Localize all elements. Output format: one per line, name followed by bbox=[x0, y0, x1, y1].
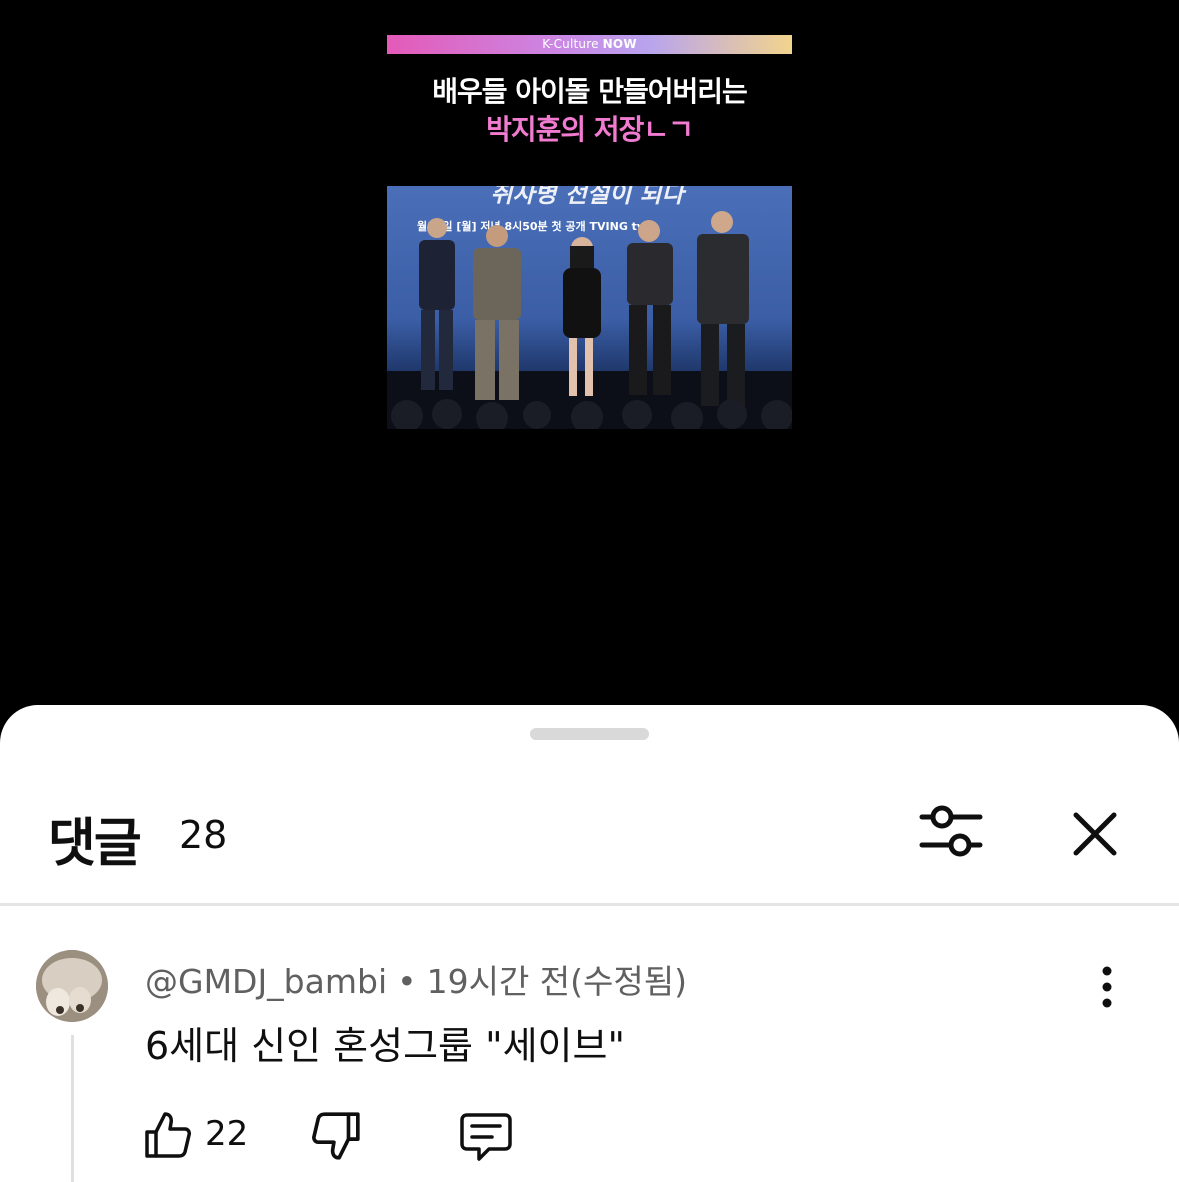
video-headline-line1: 배우들 아이돌 만들어버리는 bbox=[432, 75, 748, 108]
video-still-image: 취사병 전설이 되다 월11일 [월] 저녁 8시50분 첫 공개 TVING … bbox=[387, 186, 792, 429]
more-vertical-icon bbox=[1102, 966, 1112, 1008]
thumbs-down-icon bbox=[312, 1112, 360, 1160]
still-overlay-title: 취사병 전설이 되다 bbox=[490, 186, 686, 208]
sliders-icon bbox=[919, 805, 983, 857]
comments-count: 28 bbox=[179, 813, 228, 857]
sort-filter-button[interactable] bbox=[916, 803, 986, 863]
still-overlay-sub: 월11일 [월] 저녁 8시50분 첫 공개 TVING tvN bbox=[417, 219, 653, 233]
banner-suffix: NOW bbox=[602, 37, 637, 51]
sheet-drag-handle[interactable] bbox=[530, 728, 649, 740]
audience bbox=[391, 399, 792, 429]
close-icon bbox=[1073, 812, 1117, 856]
channel-banner: K-Culture NOW bbox=[387, 35, 792, 54]
dislike-button[interactable] bbox=[310, 1110, 362, 1162]
banner-prefix: K-Culture bbox=[542, 37, 599, 51]
video-player[interactable]: K-Culture NOW 배우들 아이돌 만들어버리는 박지훈의 저장ㄴㄱ 취… bbox=[0, 0, 1179, 720]
like-button[interactable] bbox=[143, 1110, 193, 1160]
close-button[interactable] bbox=[1066, 805, 1124, 863]
comments-title: 댓글 bbox=[48, 814, 142, 874]
comments-sheet: 댓글 28 @GMDJ_bambi • 19시간 전(수정됨) 6세대 신인 혼성그… bbox=[0, 705, 1179, 1182]
thumbs-up-icon bbox=[145, 1112, 191, 1158]
comment-author[interactable]: @GMDJ_bambi bbox=[145, 962, 387, 1001]
avatar-image bbox=[36, 950, 108, 1022]
header-divider bbox=[0, 903, 1179, 906]
performer-4 bbox=[627, 220, 673, 395]
thread-line bbox=[71, 1035, 74, 1182]
comment-text: 6세대 신인 혼성그룹 "세이브" bbox=[145, 1024, 625, 1068]
video-headline-line2: 박지훈의 저장ㄴㄱ bbox=[486, 113, 694, 146]
meta-separator: • bbox=[397, 962, 417, 1001]
performer-1 bbox=[419, 218, 455, 390]
comment-more-button[interactable] bbox=[1092, 965, 1122, 1009]
comment-time: 19시간 전(수정됨) bbox=[426, 962, 687, 1001]
like-count: 22 bbox=[205, 1114, 249, 1154]
comment-meta: @GMDJ_bambi • 19시간 전(수정됨) bbox=[145, 955, 687, 1003]
avatar[interactable] bbox=[36, 950, 108, 1022]
reply-icon bbox=[460, 1113, 512, 1161]
reply-button[interactable] bbox=[459, 1110, 513, 1164]
